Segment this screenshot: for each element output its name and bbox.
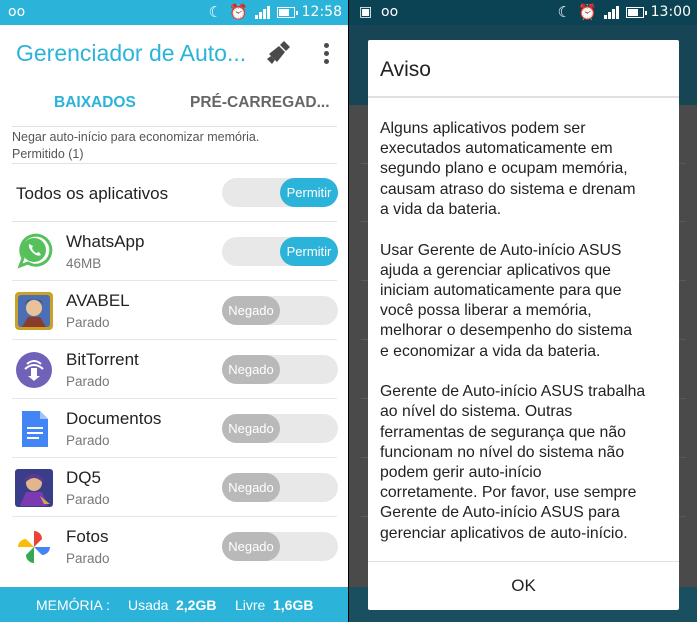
toggle-label: Permitir xyxy=(280,178,338,207)
tabs-divider xyxy=(12,126,337,127)
free-label: Livre xyxy=(235,597,266,613)
app-toggle[interactable]: Permitir xyxy=(222,237,338,266)
app-toggle[interactable]: Negado xyxy=(222,473,338,502)
moon-icon: ☾ xyxy=(208,3,222,21)
allowed-count: Permitido (1) xyxy=(12,147,84,161)
toggle-label: Negado xyxy=(222,355,280,384)
status-bar: ▣ oo ☾ ⏰ 13:00 xyxy=(349,0,697,25)
voicemail-icon: oo xyxy=(8,4,26,20)
dialog-paragraph: Usar Gerente de Auto-início ASUS ajuda a… xyxy=(380,241,633,360)
free-value: 1,6GB xyxy=(273,597,314,613)
hint-text: Negar auto-início para economizar memóri… xyxy=(12,130,260,144)
broom-icon[interactable] xyxy=(265,38,293,66)
tab-bar: BAIXADOS PRÉ-CARREGAD... xyxy=(0,81,348,127)
app-name: Fotos xyxy=(66,527,109,546)
voicemail-icon: oo xyxy=(381,4,399,20)
dialog-paragraph: Gerente de Auto-início ASUS trabalha ao … xyxy=(380,383,646,542)
page-title: Gerenciador de Auto... xyxy=(16,40,247,66)
status-time: 12:58 xyxy=(301,4,342,20)
app-name: WhatsApp xyxy=(66,232,145,251)
list-item: BitTorrent Parado Negado xyxy=(0,340,348,399)
toggle-label: Permitir xyxy=(280,237,338,266)
dialog-divider xyxy=(368,96,679,98)
toggle-label: Negado xyxy=(222,414,280,443)
warning-dialog: Aviso Alguns aplicativos podem ser execu… xyxy=(368,40,679,610)
memory-footer: MEMÓRIA : Usada 2,2GB Livre 1,6GB xyxy=(0,587,348,622)
avabel-icon xyxy=(15,292,53,330)
app-name: BitTorrent xyxy=(66,350,139,369)
status-bar: oo ☾ ⏰ 12:58 xyxy=(0,0,348,25)
dialog-paragraph: Alguns aplicativos podem ser executados … xyxy=(380,120,636,218)
memory-label: MEMÓRIA : xyxy=(36,597,110,613)
whatsapp-icon xyxy=(17,233,53,269)
used-value: 2,2GB xyxy=(176,597,217,613)
used-label: Usada xyxy=(128,597,169,613)
signal-icon xyxy=(254,5,270,19)
app-toggle[interactable]: Negado xyxy=(222,296,338,325)
left-screen: oo ☾ ⏰ 12:58 Gerenciador de Auto... BAIX… xyxy=(0,0,348,622)
dialog-message: Alguns aplicativos podem ser executados … xyxy=(380,119,676,564)
dialog-title: Aviso xyxy=(380,58,431,81)
app-status: Parado xyxy=(66,433,110,448)
bittorrent-icon xyxy=(16,352,52,388)
app-status: Parado xyxy=(66,374,110,389)
status-time: 13:00 xyxy=(650,4,691,20)
app-bar: Gerenciador de Auto... xyxy=(0,25,348,81)
tab-baixados[interactable]: BAIXADOS xyxy=(54,94,136,112)
overflow-menu-icon[interactable] xyxy=(318,41,334,65)
list-item: Fotos Parado Negado xyxy=(0,517,348,576)
app-status: Parado xyxy=(66,551,110,566)
battery-icon xyxy=(625,6,647,18)
toggle-label: Negado xyxy=(222,296,280,325)
moon-icon: ☾ xyxy=(557,3,571,21)
app-toggle[interactable]: Negado xyxy=(222,355,338,384)
all-apps-label: Todos os aplicativos xyxy=(16,184,169,203)
all-apps-toggle[interactable]: Permitir xyxy=(222,178,338,207)
toggle-label: Negado xyxy=(222,532,280,561)
app-name: AVABEL xyxy=(66,291,130,310)
tab-pre-carregados[interactable]: PRÉ-CARREGAD... xyxy=(190,94,330,112)
app-status: 46MB xyxy=(66,256,102,271)
app-name: Documentos xyxy=(66,409,162,428)
dq5-icon xyxy=(15,469,53,507)
alarm-icon: ⏰ xyxy=(228,3,248,21)
battery-icon xyxy=(276,6,298,18)
list-item: AVABEL Parado Negado xyxy=(0,281,348,340)
ok-button[interactable]: OK xyxy=(368,562,679,610)
app-status: Parado xyxy=(66,315,110,330)
list-item: DQ5 Parado Negado xyxy=(0,458,348,517)
alarm-icon: ⏰ xyxy=(577,3,597,21)
docs-icon xyxy=(22,411,48,447)
list-item: WhatsApp 46MB Permitir xyxy=(0,222,348,281)
app-toggle[interactable]: Negado xyxy=(222,414,338,443)
all-apps-row: Todos os aplicativos Permitir xyxy=(0,164,348,220)
photos-icon xyxy=(18,531,50,563)
list-item: Documentos Parado Negado xyxy=(0,399,348,458)
app-name: DQ5 xyxy=(66,468,101,487)
image-icon: ▣ xyxy=(359,4,373,20)
app-toggle[interactable]: Negado xyxy=(222,532,338,561)
signal-icon xyxy=(603,5,619,19)
toggle-label: Negado xyxy=(222,473,280,502)
right-screen: ▣ oo ☾ ⏰ 13:00 Aviso Alguns aplicativos … xyxy=(349,0,697,622)
app-status: Parado xyxy=(66,492,110,507)
